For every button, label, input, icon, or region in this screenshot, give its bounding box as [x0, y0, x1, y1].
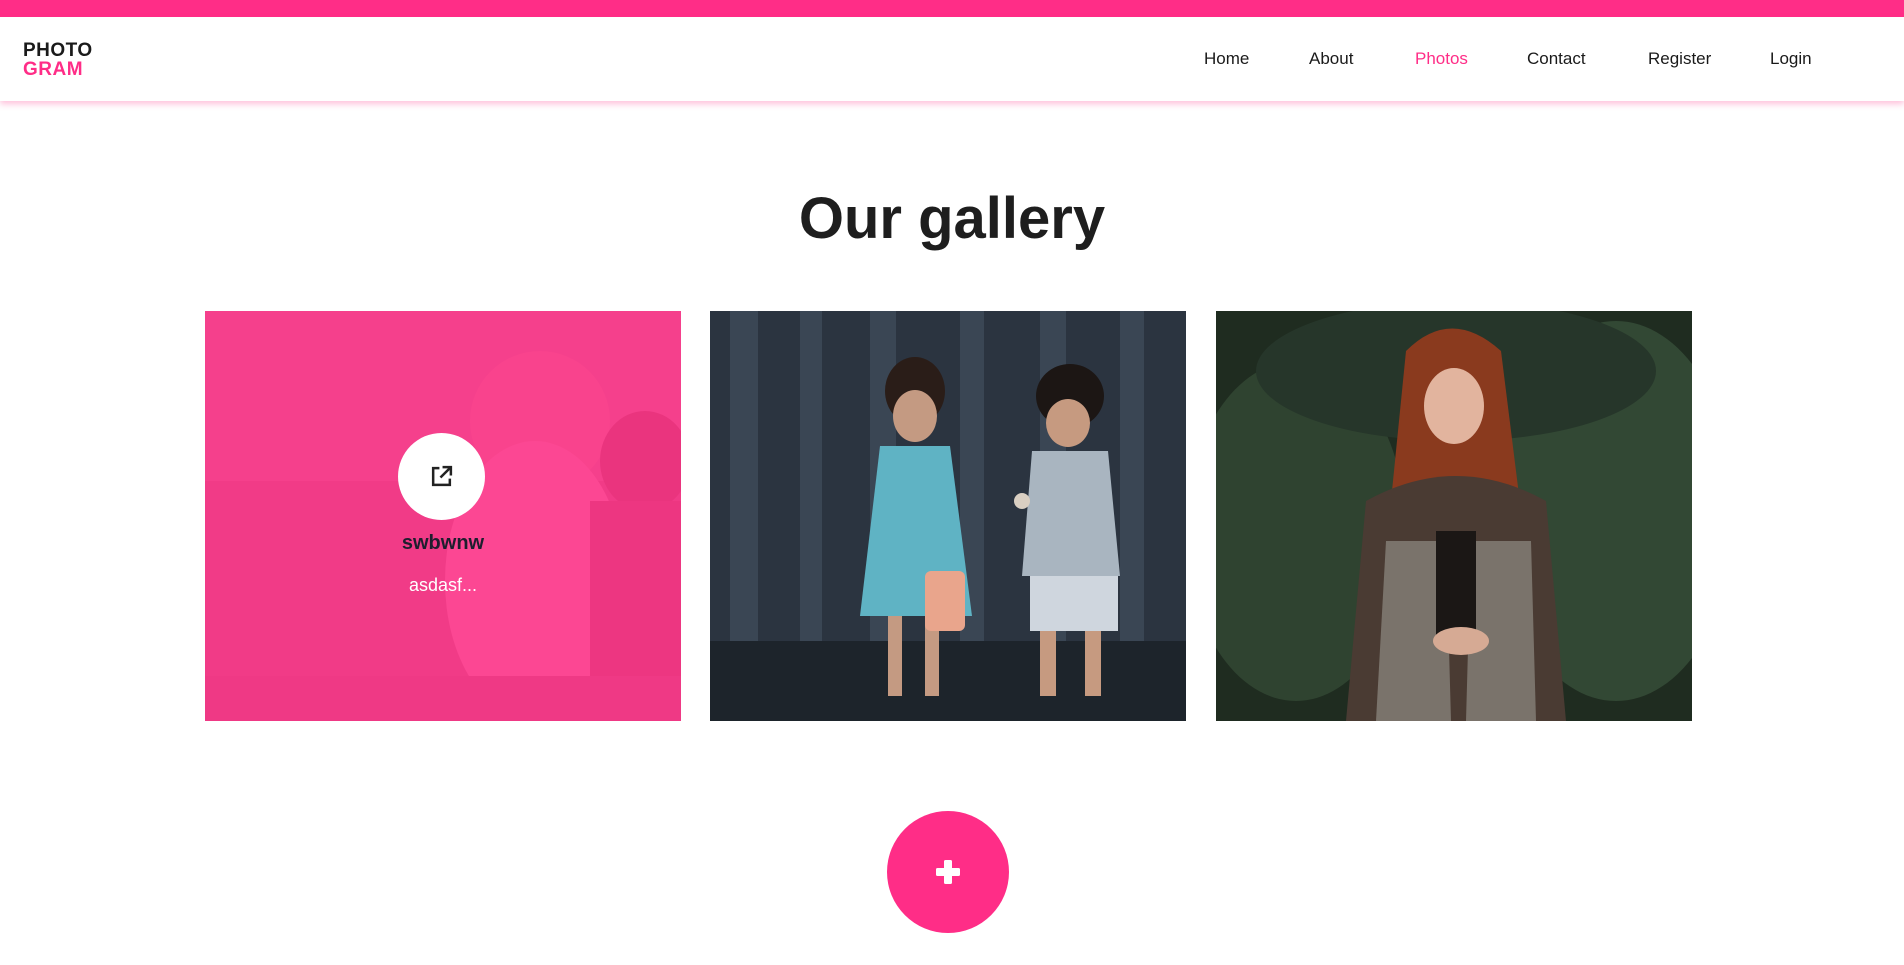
nav-contact[interactable]: Contact [1527, 44, 1586, 74]
nav-register[interactable]: Register [1648, 44, 1711, 74]
external-link-icon [431, 465, 453, 487]
card-description: asdasf... [408, 575, 478, 595]
gallery-heading: Our gallery [798, 186, 1106, 251]
navbar: PHOTO GRAM Home About Photos Contact Reg… [0, 17, 1904, 101]
main-nav: Home About Photos Contact Register Login [0, 44, 1904, 74]
open-photo-button[interactable] [398, 433, 485, 520]
card-title: swbwnw [401, 532, 485, 554]
gallery-card[interactable]: swbwnw asdasf... [205, 311, 681, 721]
gallery-photo-two-kids [710, 311, 1186, 721]
top-accent-bar [0, 0, 1904, 17]
nav-home[interactable]: Home [1204, 44, 1249, 74]
plus-icon [936, 860, 960, 884]
nav-photos[interactable]: Photos [1415, 44, 1468, 74]
nav-about[interactable]: About [1309, 44, 1353, 74]
gallery-photo-red-haired-woman [1216, 311, 1692, 721]
gallery-card[interactable] [710, 311, 1186, 721]
nav-login[interactable]: Login [1770, 44, 1812, 74]
add-photo-button[interactable] [887, 811, 1009, 933]
card-hover-overlay: swbwnw asdasf... [205, 311, 681, 721]
gallery-card[interactable] [1216, 311, 1692, 721]
